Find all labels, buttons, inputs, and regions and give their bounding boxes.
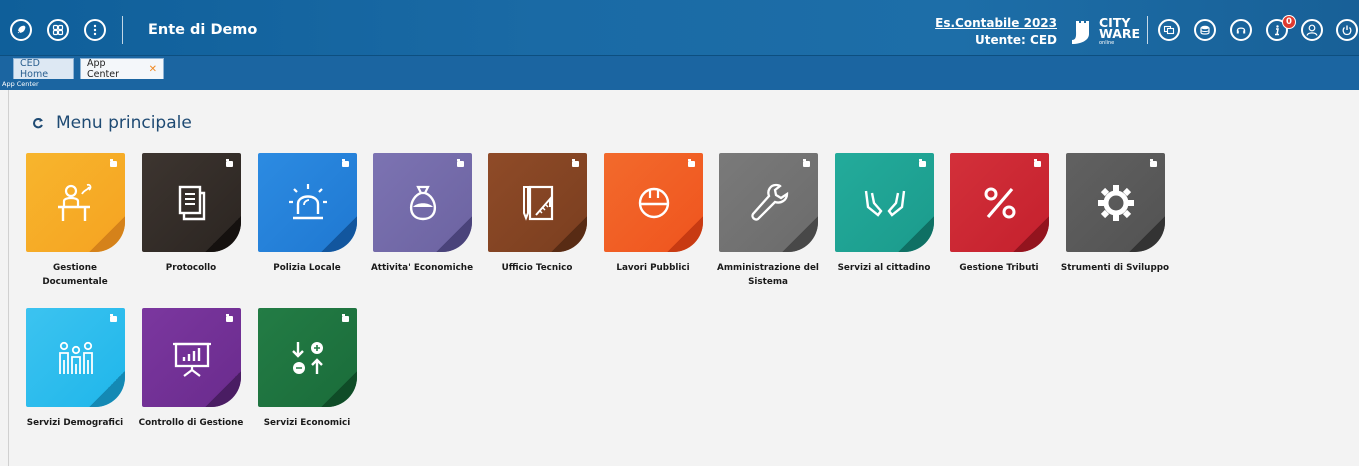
app-tile[interactable] — [719, 153, 818, 252]
app-label: Servizi Economici — [263, 418, 351, 428]
folder-icon — [457, 159, 464, 167]
app-label: Ufficio Tecnico — [501, 263, 573, 273]
close-icon[interactable]: ✕ — [149, 64, 157, 75]
folder-icon — [226, 159, 233, 167]
app-tile[interactable] — [1066, 153, 1165, 252]
content-border — [8, 90, 9, 466]
app-tile[interactable] — [373, 153, 472, 252]
tab-app-center[interactable]: App Center ✕ — [80, 58, 164, 80]
app-tile[interactable] — [258, 308, 357, 407]
tile-fold — [205, 371, 241, 407]
section-header: Menu principale — [32, 113, 192, 133]
tile-fold — [898, 216, 934, 252]
app-label: Gestione Tributi — [959, 263, 1039, 273]
app-tile[interactable] — [26, 153, 125, 252]
tile-fold — [89, 216, 125, 252]
tile-fold — [667, 216, 703, 252]
folder-icon — [572, 159, 579, 167]
folder-icon — [688, 159, 695, 167]
esercizio-contabile-link[interactable]: Es.Contabile 2023 — [935, 16, 1057, 30]
tile-fold — [205, 216, 241, 252]
folder-icon — [110, 159, 117, 167]
rocket-icon[interactable] — [10, 19, 32, 41]
app-polizia-locale[interactable]: Polizia Locale — [258, 153, 373, 275]
tile-fold — [436, 216, 472, 252]
app-label: Amministrazione del Sistema — [717, 263, 819, 287]
app-protocollo[interactable]: Protocollo — [142, 153, 257, 275]
folder-icon — [226, 314, 233, 322]
windows-icon[interactable] — [1158, 19, 1180, 41]
tab-ced-home[interactable]: CED Home — [13, 58, 74, 80]
app-label: Lavori Pubblici — [616, 263, 690, 273]
app-controllo-gestione[interactable]: Controllo di Gestione — [139, 308, 257, 430]
user-icon[interactable] — [1301, 19, 1323, 41]
utente-label: Utente: CED — [975, 33, 1057, 47]
app-label: Attivita' Economiche — [370, 263, 474, 273]
tab-label: CED Home — [20, 58, 49, 80]
folder-icon — [919, 159, 926, 167]
app-lavori-pubblici[interactable]: Lavori Pubblici — [604, 153, 719, 275]
app-label: Servizi al cittadino — [837, 263, 931, 273]
app-amministrazione-sistema[interactable]: Amministrazione del Sistema — [717, 153, 834, 289]
header-divider — [122, 16, 123, 44]
breadcrumb: App Center — [0, 80, 1359, 90]
logo-line-online: online — [1099, 40, 1115, 46]
folder-icon — [1034, 159, 1041, 167]
app-tile[interactable] — [142, 153, 241, 252]
cityware-logo: CITY WARE online — [1068, 16, 1140, 48]
page-title: Menu principale — [56, 113, 192, 133]
ente-title: Ente di Demo — [148, 22, 258, 38]
app-ufficio-tecnico[interactable]: Ufficio Tecnico — [488, 153, 603, 275]
app-tile[interactable] — [258, 153, 357, 252]
app-label: Polizia Locale — [273, 263, 341, 273]
top-header: Ente di Demo Es.Contabile 2023 Utente: C… — [0, 0, 1359, 56]
folder-icon — [342, 159, 349, 167]
app-tile[interactable] — [950, 153, 1049, 252]
app-strumenti-sviluppo[interactable]: Strumenti di Sviluppo — [1061, 153, 1181, 275]
more-icon[interactable] — [84, 19, 106, 41]
tile-fold — [1013, 216, 1049, 252]
app-gestione-tributi[interactable]: Gestione Tributi — [950, 153, 1065, 275]
app-servizi-economici[interactable]: Servizi Economici — [258, 308, 373, 430]
tile-fold — [551, 216, 587, 252]
app-tile[interactable] — [604, 153, 703, 252]
app-label: Protocollo — [165, 263, 217, 273]
app-label: Servizi Demografici — [26, 418, 124, 428]
cityware-logo-mark — [1072, 21, 1089, 44]
app-tile[interactable] — [142, 308, 241, 407]
breadcrumb-label: App Center — [2, 80, 39, 88]
database-icon[interactable] — [1194, 19, 1216, 41]
tile-fold — [89, 371, 125, 407]
app-tile[interactable] — [26, 308, 125, 407]
notification-badge[interactable]: 0 — [1282, 15, 1296, 29]
header-divider-right — [1147, 16, 1148, 44]
app-label: Gestione Documentale — [42, 263, 108, 287]
tile-fold — [1129, 216, 1165, 252]
tile-fold — [321, 216, 357, 252]
tab-bar: CED Home App Center ✕ — [0, 56, 1359, 80]
folder-icon — [1150, 159, 1157, 167]
app-tile[interactable] — [488, 153, 587, 252]
app-label: Strumenti di Sviluppo — [1060, 263, 1170, 273]
folder-icon — [110, 314, 117, 322]
app-servizi-demografici[interactable]: Servizi Demografici — [26, 308, 141, 430]
app-servizi-cittadino[interactable]: Servizi al cittadino — [835, 153, 950, 275]
folder-icon — [803, 159, 810, 167]
refresh-icon[interactable] — [32, 117, 44, 129]
app-label: Controllo di Gestione — [138, 418, 244, 428]
power-icon[interactable] — [1336, 19, 1358, 41]
app-attivita-economiche[interactable]: Attivita' Economiche — [371, 153, 488, 275]
tab-label: App Center — [87, 58, 119, 80]
app-gestione-documentale[interactable]: Gestione Documentale — [26, 153, 141, 289]
folder-icon — [342, 314, 349, 322]
logo-line-ware: WARE — [1099, 26, 1141, 41]
tile-fold — [321, 371, 357, 407]
app-tile[interactable] — [835, 153, 934, 252]
grid-icon[interactable] — [47, 19, 69, 41]
tile-fold — [782, 216, 818, 252]
headset-icon[interactable] — [1230, 19, 1252, 41]
